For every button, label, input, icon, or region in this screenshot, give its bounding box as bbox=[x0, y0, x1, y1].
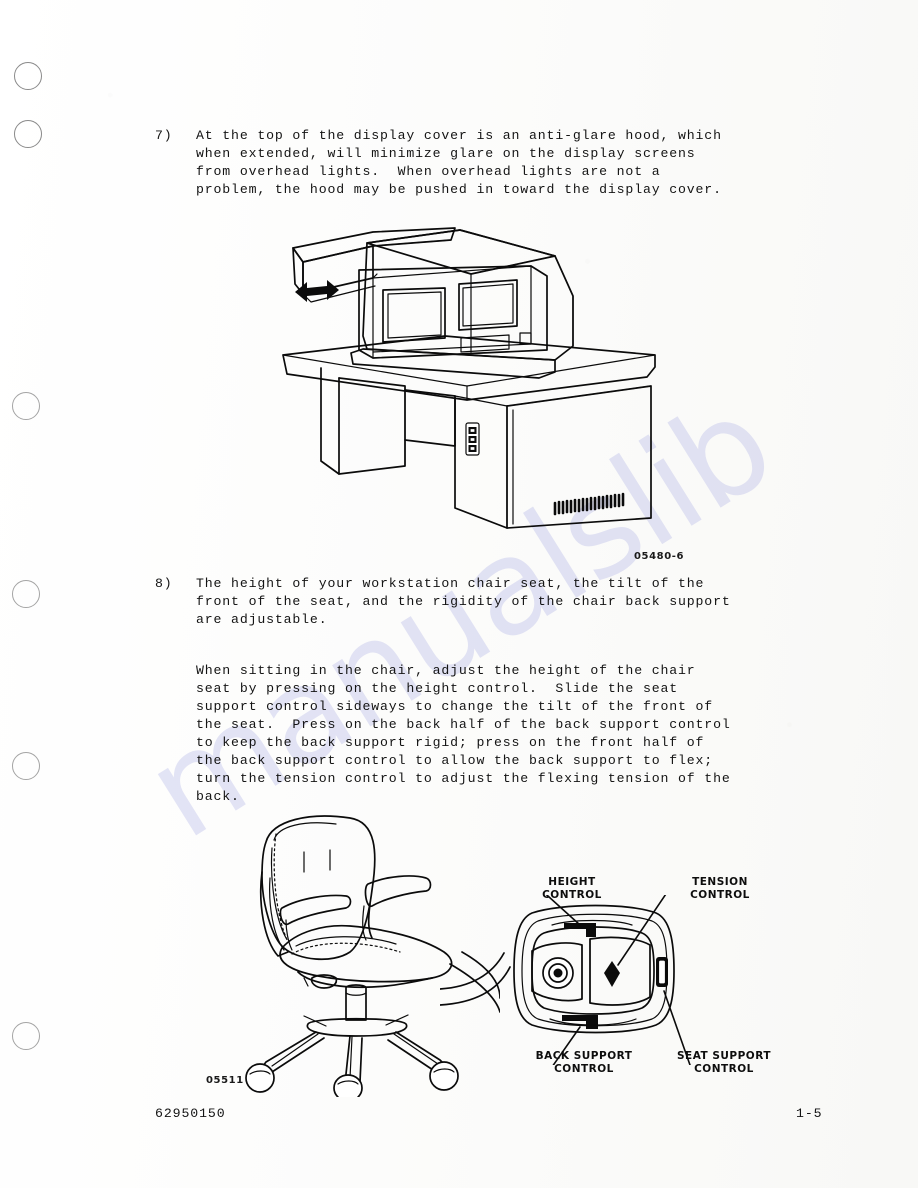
workstation-desk-illustration bbox=[255, 218, 675, 568]
binder-hole bbox=[12, 1022, 40, 1050]
paragraph-2-line-7: turn the tension control to adjust the f… bbox=[196, 771, 731, 786]
binder-hole bbox=[14, 62, 42, 90]
item-7-line-4: problem, the hood may be pushed in towar… bbox=[196, 182, 722, 197]
hood-movement-arrow bbox=[295, 280, 339, 302]
callout-height-control: HEIGHT CONTROL bbox=[542, 876, 602, 901]
binder-hole bbox=[12, 580, 40, 608]
paragraph-2-line-6: the back support control to allow the ba… bbox=[196, 753, 714, 768]
item-7-line-1: At the top of the display cover is an an… bbox=[196, 128, 722, 143]
chair-control-detail-illustration bbox=[440, 895, 720, 1065]
page-number: 1-5 bbox=[796, 1106, 823, 1121]
item-7-line-2: when extended, will minimize glare on th… bbox=[196, 146, 696, 161]
item-8-line-1: The height of your workstation chair sea… bbox=[196, 576, 705, 591]
figure-id-chair: 05511 bbox=[206, 1075, 244, 1086]
binder-hole bbox=[12, 392, 40, 420]
callout-back-support-control: BACK SUPPORT CONTROL bbox=[535, 1050, 633, 1075]
item-7-line-3: from overhead lights. When overhead ligh… bbox=[196, 164, 661, 179]
callout-tension-control: TENSION CONTROL bbox=[690, 876, 750, 901]
paragraph-2-line-2: seat by pressing on the height control. … bbox=[196, 681, 679, 696]
callout-seat-support-control: SEAT SUPPORT CONTROL bbox=[676, 1050, 772, 1075]
paragraph-2-line-5: to keep the back support rigid; press on… bbox=[196, 735, 705, 750]
binder-hole bbox=[12, 752, 40, 780]
scanned-manual-page: manualslib 7) At the top of the display … bbox=[0, 0, 918, 1188]
paragraph-2-line-1: When sitting in the chair, adjust the he… bbox=[196, 663, 696, 678]
figure-id-workstation: 05480-6 bbox=[634, 551, 685, 562]
paragraph-2-line-3: support control sideways to change the t… bbox=[196, 699, 714, 714]
paragraph-2-line-8: back. bbox=[196, 789, 240, 804]
item-8-line-2: front of the seat, and the rigidity of t… bbox=[196, 594, 731, 609]
list-marker-7: 7) bbox=[155, 128, 173, 143]
document-number: 62950150 bbox=[155, 1106, 226, 1121]
paragraph-2-line-4: the seat. Press on the back half of the … bbox=[196, 717, 731, 732]
list-marker-8: 8) bbox=[155, 576, 173, 591]
binder-hole bbox=[14, 120, 42, 148]
item-8-line-3: are adjustable. bbox=[196, 612, 328, 627]
